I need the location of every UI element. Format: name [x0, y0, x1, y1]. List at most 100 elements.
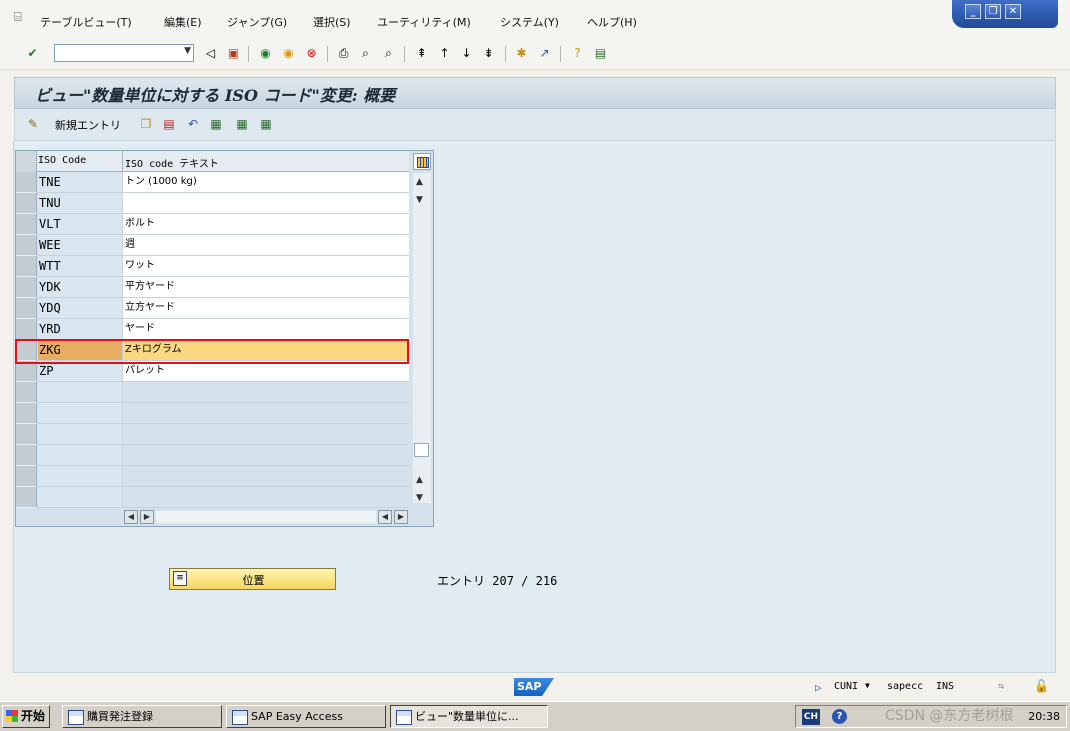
undo-icon[interactable]: ↶: [185, 116, 201, 132]
last-page-icon[interactable]: ⇟: [480, 45, 497, 62]
menu-select[interactable]: 選択(S): [313, 14, 351, 30]
iso-text-input[interactable]: 立方ヤード: [123, 298, 409, 318]
cancel-icon[interactable]: ⊗: [303, 45, 320, 62]
exit-icon[interactable]: ◉: [280, 45, 297, 62]
row-selector[interactable]: [16, 382, 37, 403]
next-page-icon[interactable]: ↓: [458, 45, 475, 62]
position-button-label: 位置: [242, 574, 265, 587]
select-block-icon[interactable]: ▦: [234, 116, 250, 132]
status-mode[interactable]: INS: [936, 681, 954, 692]
row-selector[interactable]: [16, 172, 37, 193]
iso-text-input[interactable]: ヤード: [123, 319, 409, 339]
column-header-iso-code[interactable]: ISO Code: [38, 155, 86, 166]
help-icon[interactable]: ?: [832, 709, 847, 724]
find-icon[interactable]: ⌕: [357, 45, 374, 62]
find-next-icon[interactable]: ⌕: [380, 45, 397, 62]
table-settings-icon[interactable]: [413, 153, 431, 170]
iso-text-input[interactable]: 平方ヤード: [123, 277, 409, 297]
scroll-right-icon[interactable]: ▶: [140, 510, 154, 524]
row-selector[interactable]: [16, 235, 37, 256]
scroll-up-icon[interactable]: ▲: [416, 177, 423, 187]
row-selector[interactable]: [16, 277, 37, 298]
iso-code-cell: [38, 403, 123, 423]
scroll-thumb[interactable]: [414, 443, 429, 457]
chevron-down-icon[interactable]: ▼: [865, 681, 870, 690]
row-selector[interactable]: [16, 214, 37, 235]
column-header-iso-text[interactable]: ISO code テキスト: [125, 155, 219, 170]
save-icon[interactable]: ▣: [225, 45, 242, 62]
scroll-right-icon[interactable]: ▶: [394, 510, 408, 524]
row-selector[interactable]: [16, 466, 37, 487]
restore-icon[interactable]: ❐: [985, 4, 1001, 19]
copy-icon[interactable]: ❐: [138, 116, 154, 132]
menu-utilities[interactable]: ユーティリティ(M): [377, 14, 471, 30]
new-session-icon[interactable]: ✱: [513, 45, 530, 62]
row-selector[interactable]: [16, 298, 37, 319]
menu-help[interactable]: ヘルプ(H): [587, 14, 637, 30]
iso-text-input[interactable]: 週: [123, 235, 409, 255]
scroll-down-icon[interactable]: ▼: [416, 195, 423, 205]
menu-system[interactable]: システム(Y): [500, 14, 559, 30]
new-entries-button[interactable]: 新規エントリ: [55, 117, 121, 133]
iso-text-input[interactable]: パレット: [123, 361, 409, 381]
iso-text-input[interactable]: [123, 193, 409, 213]
vertical-scrollbar[interactable]: ▲ ▼ ▲ ▼: [413, 173, 431, 503]
row-selector[interactable]: [16, 319, 37, 340]
layout-menu-icon[interactable]: ▤: [592, 45, 609, 62]
select-all-icon[interactable]: ▦: [208, 116, 224, 132]
iso-code-cell: WEE: [38, 235, 123, 255]
help-icon[interactable]: ?: [569, 45, 586, 62]
status-expand-icon[interactable]: ▷: [815, 681, 822, 694]
language-indicator[interactable]: CH: [802, 709, 820, 725]
taskbar-item-purchase-order[interactable]: 購買発注登録: [62, 705, 222, 728]
menu-jump[interactable]: ジャンプ(G): [227, 14, 287, 30]
entry-total: 216: [535, 574, 558, 588]
enter-icon[interactable]: ✔: [24, 45, 41, 62]
previous-page-icon[interactable]: ↑: [436, 45, 453, 62]
table-row-empty: [16, 403, 409, 424]
row-selector[interactable]: [16, 424, 37, 445]
back-icon[interactable]: ◉: [257, 45, 274, 62]
iso-text-input[interactable]: トン (1000 kg): [123, 172, 409, 192]
command-field[interactable]: ▼: [54, 44, 194, 62]
iso-code-cell: [38, 487, 123, 507]
menu-table-view[interactable]: テーブルビュー(T): [40, 14, 132, 30]
menu-icon[interactable]: ⌸: [14, 10, 28, 25]
print-icon[interactable]: ⎙: [335, 45, 352, 62]
start-button[interactable]: 开始: [2, 705, 50, 728]
page-up-icon[interactable]: ▲: [416, 475, 423, 485]
taskbar-item-sap-easy-access[interactable]: SAP Easy Access: [226, 705, 386, 728]
row-selector[interactable]: [16, 361, 37, 382]
position-button[interactable]: ≡ 位置: [169, 568, 336, 590]
row-selector[interactable]: [16, 403, 37, 424]
delete-icon[interactable]: ▤: [161, 116, 177, 132]
table-rows: TNE トン (1000 kg) TNU VLT ボルト WEE 週 WTT ワ…: [16, 172, 409, 508]
select-all-cell[interactable]: [16, 151, 37, 172]
minimize-icon[interactable]: _: [965, 4, 981, 19]
row-selector[interactable]: [16, 445, 37, 466]
row-selector[interactable]: [16, 193, 37, 214]
chevron-down-icon[interactable]: ▼: [184, 46, 191, 56]
collapse-icon[interactable]: ◁: [202, 45, 219, 62]
taskbar-item-view[interactable]: ビュー"数量単位に...: [390, 705, 548, 728]
scroll-track[interactable]: [156, 511, 376, 523]
first-page-icon[interactable]: ⇞: [413, 45, 430, 62]
page-down-icon[interactable]: ▼: [416, 493, 423, 503]
row-selector[interactable]: [16, 340, 37, 361]
shortcut-icon[interactable]: ↗: [536, 45, 553, 62]
status-transaction[interactable]: CUNI: [834, 681, 858, 692]
table-control: ISO Code ISO code テキスト TNE トン (1000 kg) …: [15, 150, 434, 527]
pencil-icon[interactable]: ✎: [25, 116, 41, 132]
iso-code-cell: YRD: [38, 319, 123, 339]
iso-text-input[interactable]: ワット: [123, 256, 409, 276]
iso-text-input[interactable]: ボルト: [123, 214, 409, 234]
menu-edit[interactable]: 編集(E): [164, 14, 202, 30]
close-icon[interactable]: ✕: [1005, 4, 1021, 19]
iso-text-input[interactable]: Zキログラム: [123, 340, 409, 360]
iso-text-cell: [123, 445, 409, 465]
scroll-left-icon[interactable]: ◀: [378, 510, 392, 524]
deselect-all-icon[interactable]: ▦: [258, 116, 274, 132]
scroll-left-icon[interactable]: ◀: [124, 510, 138, 524]
row-selector[interactable]: [16, 256, 37, 277]
row-selector[interactable]: [16, 487, 37, 508]
